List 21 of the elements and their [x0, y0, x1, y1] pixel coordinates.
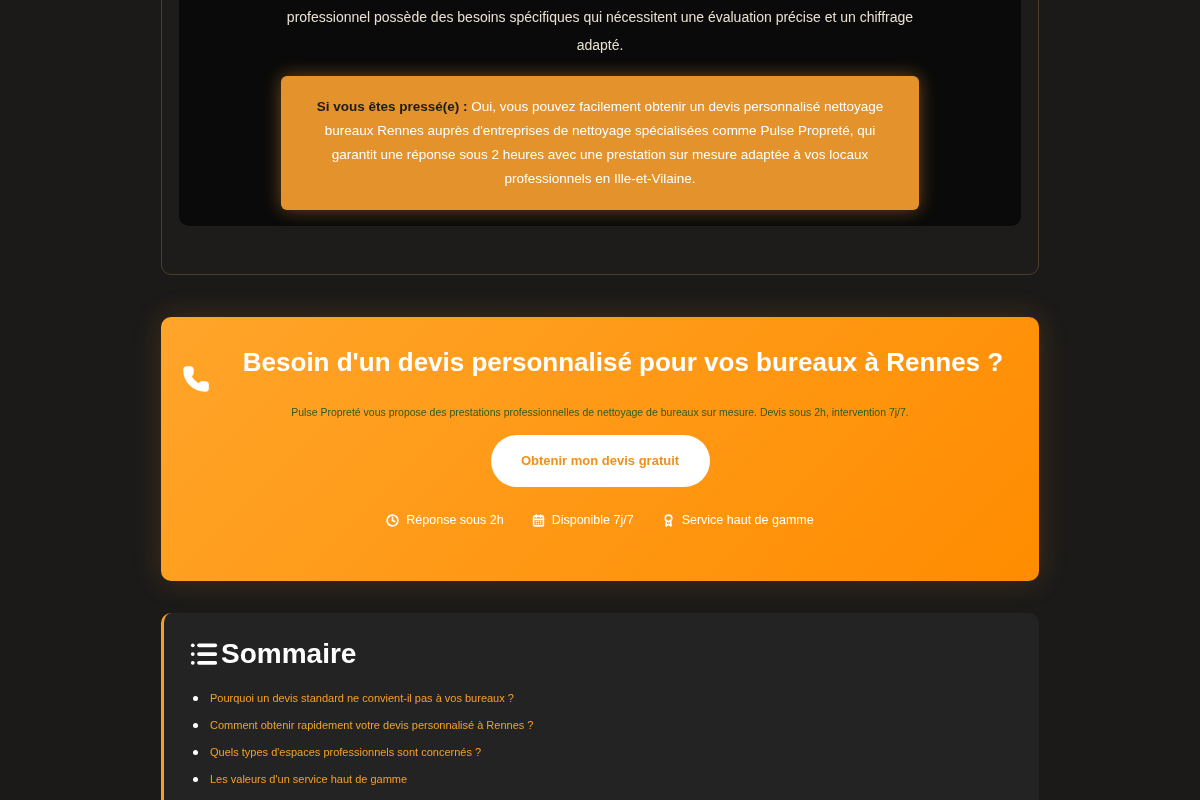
intro-text: adapté. [576, 36, 624, 55]
summary-title: Sommaire [221, 637, 357, 671]
feature-label: Réponse sous 2h [406, 511, 504, 529]
cta-title: Besoin d'un devis personnalisé pour vos bureaux à Rennes ? [241, 347, 1005, 378]
cta-subtitle: Pulse Propreté vous propose des prestations professionnelles de nettoyage de bureaux sur mesure. Devis sous 2h, intervention 7j/7. [291, 405, 909, 420]
summary-link[interactable]: Pourquoi un devis standard ne convient-il pas à vos bureaux ? [210, 690, 514, 707]
award-icon [661, 513, 675, 527]
feature-label: Disponible 7j/7 [551, 511, 634, 529]
intro-text: professionnel possède des besoins spécifiques qui nécessitent une évaluation précise et un chiffrage [286, 8, 914, 27]
calendar-icon [531, 513, 545, 527]
bullet-icon [193, 723, 198, 728]
summary-link[interactable]: Les valeurs d'un service haut de gamme [210, 771, 408, 788]
feature-label: Service haut de gamme [681, 511, 814, 529]
clock-icon [386, 513, 400, 527]
summary-link[interactable]: Comment obtenir rapidement votre devis personnalisé à Rennes ? [210, 717, 534, 734]
bullet-icon [193, 777, 198, 782]
summary-link[interactable]: Quels types d'espaces professionnels sont concernés ? [210, 744, 482, 761]
phone-icon [182, 365, 210, 393]
bullet-icon [193, 750, 198, 755]
bullet-icon [193, 696, 198, 701]
callout-text: Si vous êtes pressé(e) : Oui, vous pouvez facilement obtenir un devis personnalisé nettoyage bureaux Rennes auprès d'entreprises de nettoyage spécialisées comme Pulse Propreté, qui garantit une réponse sous 2 heures avec une prestation sur mesure adaptée à vos locaux professionnels en Ille-et-Vilaine. [315, 98, 885, 188]
